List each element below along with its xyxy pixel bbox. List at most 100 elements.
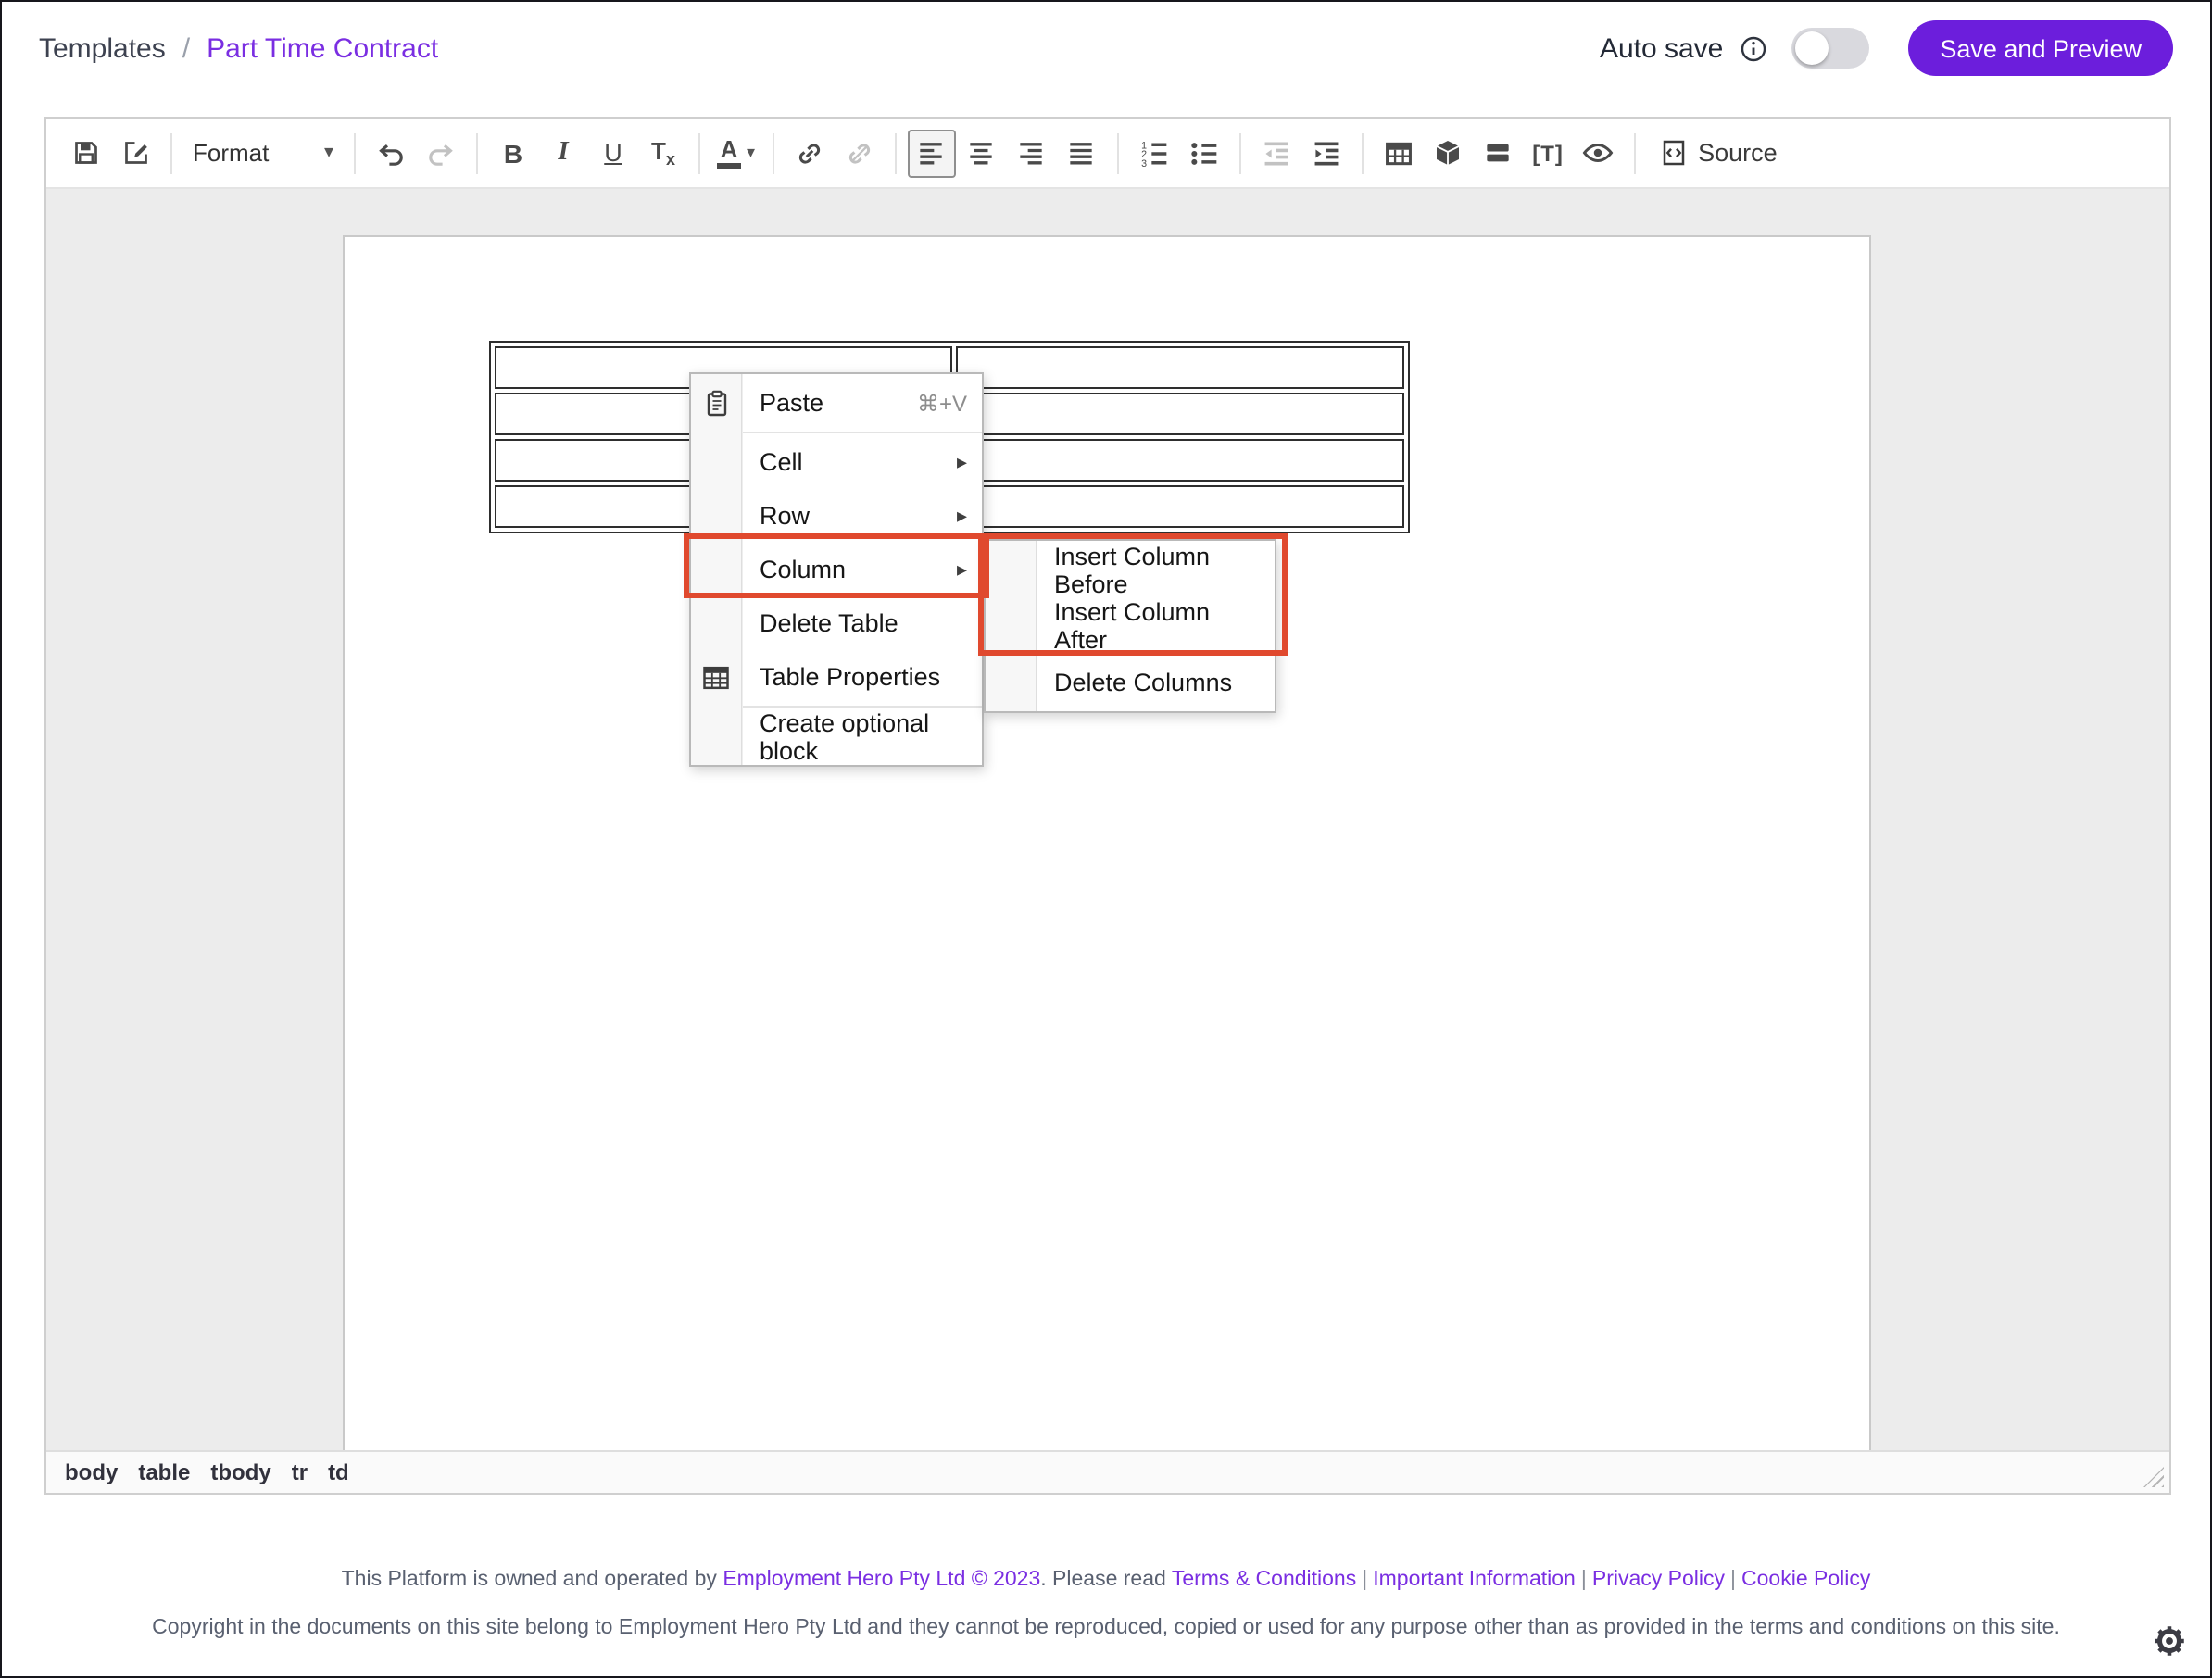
important-information-link[interactable]: Important Information [1373,1569,1576,1591]
breadcrumb-templates-link[interactable]: Templates [39,32,166,64]
gear-icon[interactable] [2153,1624,2186,1658]
insert-link-button[interactable] [785,129,833,177]
text-color-button[interactable]: A ▾ [711,129,760,177]
table-grid-icon [698,659,734,695]
toolbar-divider [354,132,356,173]
menu-item-row[interactable]: Row ▸ [691,489,982,543]
svg-text:3: 3 [1140,157,1146,168]
autosave-toggle[interactable] [1791,28,1869,69]
remove-format-button[interactable]: Tx [639,129,687,177]
footer-legal-line: This Platform is owned and operated by E… [2,1569,2210,1591]
info-icon[interactable] [1740,34,1767,62]
menu-item-column[interactable]: Column ▸ [691,543,982,596]
footer-text: This Platform is owned and operated by [342,1569,723,1591]
menu-item-paste[interactable]: Paste ⌘+V [691,376,982,430]
menu-item-insert-column-after[interactable]: Insert Column After [986,598,1275,654]
editor-resize-handle[interactable] [2143,1467,2164,1487]
privacy-policy-link[interactable]: Privacy Policy [1592,1569,1725,1591]
employment-hero-link[interactable]: Employment Hero Pty Ltd © 2023 [723,1569,1040,1591]
table-icon [1383,138,1413,168]
table-cell[interactable] [956,439,1404,482]
path-item-tr[interactable]: tr [292,1459,308,1485]
toolbar-divider [772,132,773,173]
terms-link[interactable]: Terms & Conditions [1172,1569,1356,1591]
align-center-button[interactable] [957,129,1005,177]
save-and-preview-button[interactable]: Save and Preview [1908,20,2173,76]
italic-button[interactable]: I [539,129,587,177]
numbered-list-button[interactable]: 123 [1129,129,1177,177]
path-item-table[interactable]: table [138,1459,190,1485]
submenu-arrow-icon: ▸ [957,557,967,582]
clipboard-icon [698,385,734,420]
page-title: Part Time Contract [207,32,438,64]
menu-item-create-optional-block[interactable]: Create optional block [691,709,982,763]
stacked-bars-icon [1484,139,1512,167]
redo-arrow-icon [426,138,456,168]
menu-item-delete-table[interactable]: Delete Table [691,596,982,650]
remove-format-icon: Tx [651,137,675,169]
save-template-button[interactable] [61,129,109,177]
app-window: Templates / Part Time Contract Auto save… [0,0,2212,1678]
unlink-button[interactable] [835,129,883,177]
table-context-menu: Paste ⌘+V Cell ▸ Row ▸ Column ▸ Delete T… [689,372,984,767]
document-page[interactable] [343,235,1871,1450]
numbered-list-icon: 123 [1138,138,1168,168]
menu-item-insert-column-before[interactable]: Insert Column Before [986,543,1275,598]
path-item-td[interactable]: td [328,1459,349,1485]
table-cell[interactable] [956,346,1404,389]
justify-button[interactable] [1057,129,1105,177]
breadcrumb-separator: / [182,32,190,64]
footer-separator: | [1362,1569,1367,1591]
preview-button[interactable] [1574,129,1622,177]
elements-path-bar: body table tbody tr td [46,1450,2169,1493]
menu-item-label: Table Properties [760,663,940,691]
menu-item-label: Create optional block [760,708,967,764]
breadcrumb: Templates / Part Time Contract [39,32,438,64]
insert-table-button[interactable] [1374,129,1422,177]
insert-placeholder-button[interactable]: [T] [1524,129,1572,177]
app-header: Templates / Part Time Contract Auto save… [2,2,2210,94]
bold-button[interactable]: B [489,129,537,177]
menu-item-label: Column [760,556,846,583]
path-item-body[interactable]: body [65,1459,118,1485]
footer-separator: | [1730,1569,1736,1591]
toolbar-divider [698,132,700,173]
unlink-icon [844,138,873,168]
new-page-button[interactable] [111,129,159,177]
insert-block-button[interactable] [1474,129,1522,177]
menu-item-cell[interactable]: Cell ▸ [691,435,982,489]
menu-item-label: Insert Column Before [1054,543,1260,598]
table-cell[interactable] [956,393,1404,435]
redo-button[interactable] [417,129,465,177]
align-left-icon [917,139,945,167]
source-button[interactable]: Source [1646,129,1791,177]
cube-icon [1434,139,1462,167]
source-label: Source [1698,139,1778,167]
menu-item-delete-columns[interactable]: Delete Columns [986,654,1275,709]
edit-pencil-icon [121,139,149,167]
menu-item-label: Cell [760,448,803,476]
underline-button[interactable]: U [589,129,637,177]
bulleted-list-button[interactable] [1179,129,1227,177]
align-left-button[interactable] [907,129,955,177]
bulleted-list-icon [1188,138,1218,168]
undo-arrow-icon [376,138,406,168]
italic-icon: I [558,137,568,169]
widget-button[interactable] [1424,129,1472,177]
editor-canvas[interactable] [46,189,2169,1450]
source-code-icon [1659,139,1687,167]
cookie-policy-link[interactable]: Cookie Policy [1741,1569,1870,1591]
menu-item-table-properties[interactable]: Table Properties [691,650,982,704]
rich-text-editor: Format ▾ B I U Tx A ▾ 123 [44,117,2171,1495]
bold-icon: B [504,138,522,168]
increase-indent-button[interactable] [1301,129,1350,177]
align-right-button[interactable] [1007,129,1055,177]
table-cell[interactable] [956,485,1404,528]
path-item-tbody[interactable]: tbody [210,1459,270,1485]
toolbar-divider [1238,132,1240,173]
decrease-indent-button[interactable] [1251,129,1300,177]
format-dropdown[interactable]: Format ▾ [183,129,343,177]
undo-button[interactable] [367,129,415,177]
underline-icon: U [604,139,622,167]
link-icon [794,138,823,168]
